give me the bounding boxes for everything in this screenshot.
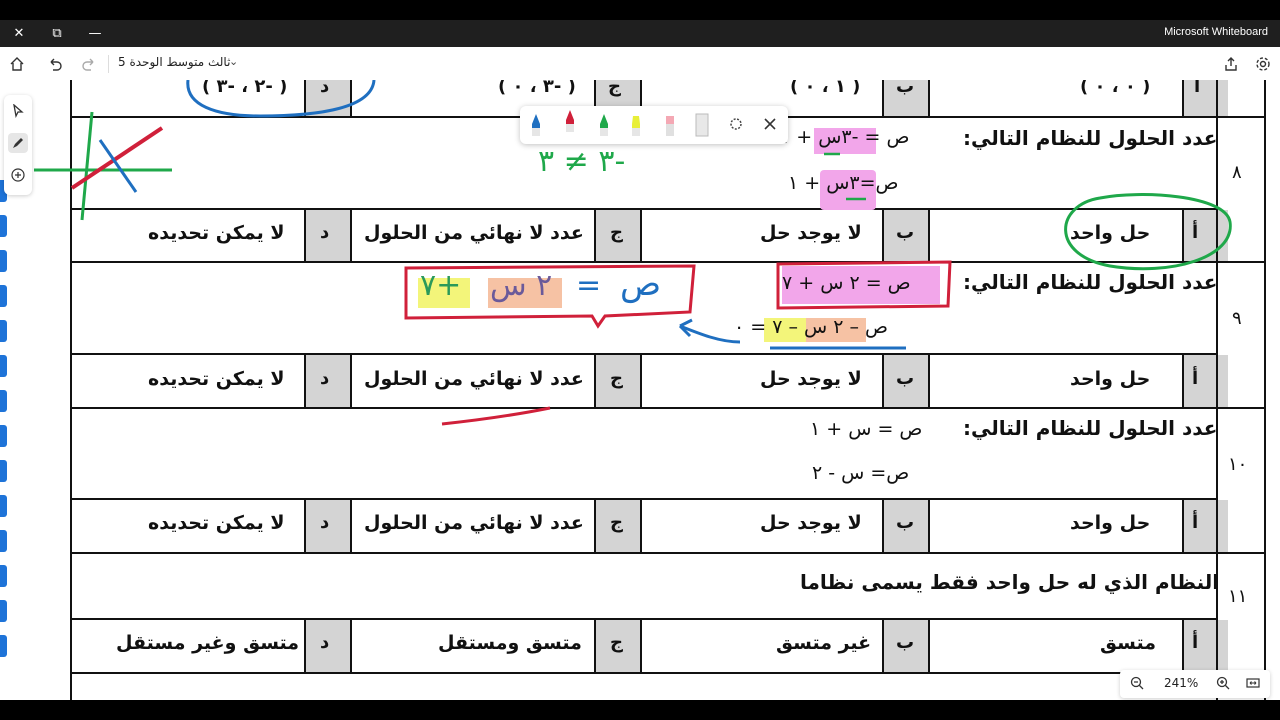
option-letter: د xyxy=(320,80,330,97)
option-letter: ج xyxy=(608,80,621,97)
option-letter: أ xyxy=(1192,512,1199,533)
option-letter: د xyxy=(320,512,330,533)
question-prompt: عدد الحلول للنظام التالي: xyxy=(963,416,1218,440)
equation-2: ص=٣س + ١ xyxy=(788,172,899,194)
option-c-text: عدد لا نهائي من الحلول xyxy=(364,222,584,244)
ink-rewrite-constant: +٧ xyxy=(420,268,462,303)
option-letter: ج xyxy=(610,512,623,533)
redo-icon[interactable] xyxy=(78,53,100,75)
ruler-icon[interactable] xyxy=(694,112,710,138)
option-a-text: حل واحد xyxy=(1070,368,1151,390)
pen-tool-icon[interactable] xyxy=(8,133,28,153)
equation-2: ص= س - ٢ xyxy=(812,462,910,484)
whiteboard-canvas[interactable]: أ ( ٠ ، ٠ ) ب ( ١ ، ٠ ) ج ( -٣ ، ٠ ) د (… xyxy=(0,80,1280,700)
question-number: ١٠ xyxy=(1228,454,1248,475)
option-a-text: حل واحد xyxy=(1070,222,1151,244)
green-pen-icon[interactable] xyxy=(596,112,612,138)
question-prompt: عدد الحلول للنظام التالي: xyxy=(963,270,1218,294)
option-letter: د xyxy=(320,632,330,653)
option-letter: أ xyxy=(1192,632,1199,653)
blue-pen-icon[interactable] xyxy=(528,112,544,138)
ink-rewrite-y: ص xyxy=(620,264,662,304)
option-b-text: غير متسق xyxy=(776,632,872,654)
left-edge-markers xyxy=(0,180,8,700)
red-pen-icon[interactable] xyxy=(562,108,578,134)
chevron-down-icon[interactable]: ⌄ xyxy=(229,55,238,68)
option-letter: د xyxy=(320,222,330,243)
option-letter: ب xyxy=(896,632,915,653)
option-c-text: عدد لا نهائي من الحلول xyxy=(364,512,584,534)
option-d-text: متسق وغير مستقل xyxy=(116,632,300,654)
share-icon[interactable] xyxy=(1220,53,1242,75)
zoom-in-icon[interactable] xyxy=(1216,676,1230,693)
ink-slope-comparison: -٣ ≠ ٣ xyxy=(538,144,626,179)
option-d-text: لا يمكن تحديده xyxy=(148,368,285,390)
ink-rewrite-equals: = xyxy=(576,268,602,303)
app-name: Microsoft Whiteboard xyxy=(1164,26,1268,38)
close-icon[interactable] xyxy=(762,112,778,138)
option-a-text: متسق xyxy=(1100,632,1156,654)
question-number: ٩ xyxy=(1232,308,1242,329)
toolbar-divider xyxy=(108,55,109,73)
question-prompt: عدد الحلول للنظام التالي: xyxy=(963,126,1218,150)
zoom-out-icon[interactable] xyxy=(1130,676,1144,693)
option-d-text: لا يمكن تحديده xyxy=(148,512,285,534)
title-bar: ✕ ⧉ — Microsoft Whiteboard xyxy=(0,20,1280,47)
option-letter: ب xyxy=(896,512,915,533)
bottom-bar xyxy=(0,700,1280,720)
fit-to-screen-icon[interactable] xyxy=(1246,676,1260,693)
option-letter: ج xyxy=(610,632,623,653)
left-toolbar xyxy=(4,95,32,195)
option-letter: ب xyxy=(896,222,915,243)
equation-1: ص = ٢ س + ٧ xyxy=(782,272,911,294)
option-letter: أ xyxy=(1194,80,1201,97)
question-number: ٨ xyxy=(1232,162,1242,183)
option-letter: ب xyxy=(896,368,915,389)
undo-icon[interactable] xyxy=(44,53,66,75)
option-letter: أ xyxy=(1192,368,1199,389)
app-toolbar: ثالث متوسط الوحدة 5 ⌄ xyxy=(0,47,1280,81)
option-letter: ج xyxy=(610,368,623,389)
option-d-text: لا يمكن تحديده xyxy=(148,222,285,244)
option-d-text: ( -٢ ، -٣ ) xyxy=(202,80,288,97)
restore-window-button[interactable]: ⧉ xyxy=(38,20,76,47)
option-b-text: ( ١ ، ٠ ) xyxy=(790,80,861,97)
option-c-text: متسق ومستقل xyxy=(438,632,582,654)
option-a-text: حل واحد xyxy=(1070,512,1151,534)
option-letter: ج xyxy=(610,222,623,243)
zoom-control: 241% xyxy=(1120,670,1270,698)
worksheet-table: أ ( ٠ ، ٠ ) ب ( ١ ، ٠ ) ج ( -٣ ، ٠ ) د (… xyxy=(70,80,1266,700)
select-icon[interactable] xyxy=(8,101,28,121)
option-c-text: ( -٣ ، ٠ ) xyxy=(498,80,576,97)
option-letter: د xyxy=(320,368,330,389)
equation-2: ص – ٢ س – ٧ = ٠ xyxy=(734,316,889,338)
option-letter: ب xyxy=(896,80,915,97)
minimize-window-button[interactable]: — xyxy=(76,20,114,47)
equation-1: ص = س + ١ xyxy=(810,418,923,440)
option-letter: أ xyxy=(1192,222,1199,243)
option-b-text: لا يوجد حل xyxy=(760,222,862,244)
zoom-level: 241% xyxy=(1164,676,1199,690)
ink-rewrite-term: ٢ س xyxy=(490,268,553,303)
question-number: ١١ xyxy=(1228,586,1248,607)
gear-icon[interactable] xyxy=(1252,53,1274,75)
add-icon[interactable] xyxy=(8,165,28,185)
close-window-button[interactable]: ✕ xyxy=(0,20,38,47)
lasso-icon[interactable] xyxy=(728,112,744,138)
board-title[interactable]: ثالث متوسط الوحدة 5 xyxy=(118,55,230,69)
option-a-text: ( ٠ ، ٠ ) xyxy=(1080,80,1151,97)
eraser-icon[interactable] xyxy=(662,112,678,138)
option-b-text: لا يوجد حل xyxy=(760,512,862,534)
option-c-text: عدد لا نهائي من الحلول xyxy=(364,368,584,390)
highlighter-icon[interactable] xyxy=(628,112,644,138)
question-prompt: النظام الذي له حل واحد فقط يسمى نظاما xyxy=(800,570,1220,594)
equation-1: ص = -٣س + ١ xyxy=(780,126,910,148)
option-b-text: لا يوجد حل xyxy=(760,368,862,390)
home-icon[interactable] xyxy=(6,53,28,75)
pen-tray xyxy=(520,106,788,144)
